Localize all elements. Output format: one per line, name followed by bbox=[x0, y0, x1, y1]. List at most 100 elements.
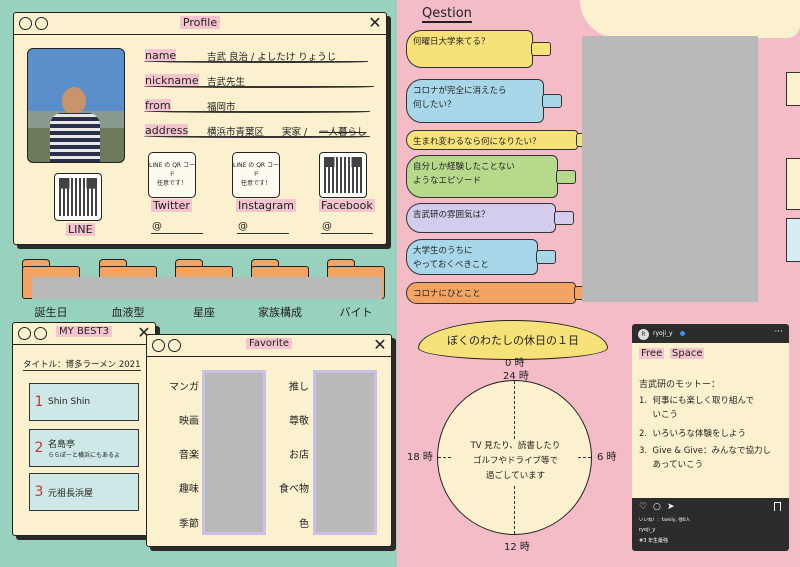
question-bottle-2[interactable]: コロナが完全に消えたら 何したい？ bbox=[406, 79, 544, 123]
twitter-label: Twitter bbox=[151, 199, 192, 212]
question-text-1: 何曜日大学来てる？ bbox=[413, 37, 490, 47]
fav-left-redacted bbox=[202, 370, 266, 535]
right-edge-tab-2 bbox=[786, 158, 800, 210]
question-text-3: 生まれ変わるなら何になりたい？ bbox=[413, 137, 541, 147]
holiday-title: ぼくのわたしの休日の１日 bbox=[447, 334, 579, 347]
instagram-card: R ryoji_y ··· Free Space 吉武研のモットー： 1. 何事… bbox=[632, 324, 789, 551]
question-bottle-6[interactable]: 大学生のうちに やっておくべきこと bbox=[406, 239, 538, 275]
profile-window: Profile ✕ LINE name 吉武 良治 / よしたけ りょうじ ni… bbox=[13, 12, 387, 245]
insta-tab-free[interactable]: Free bbox=[639, 348, 665, 359]
favorite-window: Favorite ✕ マンガ 映画 音楽 趣味 季節 推し 尊敬 お店 食べ物 … bbox=[146, 334, 392, 547]
more-icon[interactable]: ··· bbox=[774, 327, 783, 337]
facebook-label: Facebook bbox=[319, 199, 375, 212]
question-bottle-7[interactable]: コロナにひとこと bbox=[406, 282, 576, 304]
like-icon[interactable]: ♡ bbox=[639, 502, 647, 512]
cream-splash bbox=[580, 0, 800, 38]
fav-right-redacted bbox=[313, 370, 377, 535]
question-answers-redacted bbox=[582, 36, 758, 302]
verified-icon bbox=[680, 331, 685, 336]
from-underline bbox=[144, 110, 370, 113]
address-underline bbox=[144, 135, 370, 138]
insta-username[interactable]: ryoji_y bbox=[653, 330, 673, 337]
profile-photo bbox=[27, 48, 125, 163]
comment-icon[interactable]: ○ bbox=[653, 502, 661, 512]
question-bottle-4[interactable]: 自分しか経験したことない ようなエピソード bbox=[406, 155, 558, 198]
folder-label-family: 家族構成 bbox=[258, 306, 302, 319]
name-underline bbox=[144, 60, 368, 63]
fav-label-color: 色 bbox=[299, 519, 309, 530]
mybest-item-2-name: 名島亭 bbox=[48, 440, 76, 450]
fav-label-season: 季節 bbox=[179, 519, 199, 530]
twitter-qr-placeholder: LINE の QR コード 任意です！ bbox=[148, 152, 196, 198]
insta-post: Free Space 吉武研のモットー： 1. 何事にも楽しく取り組んで いこう… bbox=[632, 343, 789, 498]
mybest-window: MY BEST3 ✕ タイトル：博多ラーメン 2021 1 Shin Shin 2… bbox=[12, 322, 156, 536]
fav-label-respect: 尊敬 bbox=[289, 416, 309, 427]
insta-avatar[interactable]: R bbox=[638, 329, 649, 340]
question-bottle-5[interactable]: 吉武研の雰囲気は？ bbox=[406, 203, 556, 233]
folder-label-parttime: バイト bbox=[339, 306, 373, 319]
question-text-7: コロナにひとこと bbox=[413, 289, 481, 299]
hour-6: 6 時 bbox=[597, 452, 617, 463]
share-icon[interactable]: ➤ bbox=[667, 502, 675, 512]
profile-title: Profile bbox=[179, 16, 221, 29]
mybest-item-2-note: ららぽーと横浜にもあるよ bbox=[48, 452, 121, 459]
line-qr-code bbox=[54, 173, 102, 221]
question-bottle-3[interactable]: 生まれ変わるなら何になりたい？ bbox=[406, 130, 578, 150]
instagram-handle: @ bbox=[238, 221, 248, 232]
holiday-text: TV 見たり、読書したり ゴルフやドライブ等で 過ごしています bbox=[453, 439, 578, 484]
motto-item-2: 2. いろいろな体験をしよう bbox=[639, 429, 747, 439]
question-title: Qestion bbox=[422, 6, 472, 23]
nickname-underline bbox=[144, 85, 374, 88]
fav-label-hobby: 趣味 bbox=[179, 484, 199, 495]
profile-titlebar: Profile ✕ bbox=[14, 13, 386, 35]
bottle-neck-1 bbox=[531, 42, 551, 56]
fav-label-manga: マンガ bbox=[169, 382, 199, 393]
holiday-clock: TV 見たり、読書したり ゴルフやドライブ等で 過ごしています bbox=[437, 380, 592, 535]
bottle-neck-6 bbox=[536, 250, 556, 264]
bookmark-icon[interactable] bbox=[774, 502, 781, 511]
motto-item-1: 1. 何事にも楽しく取り組んで いこう bbox=[639, 396, 755, 420]
hour-12: 12 時 bbox=[504, 542, 530, 553]
hour-18: 18 時 bbox=[407, 452, 433, 463]
mybest-item-3[interactable]: 3 元祖長浜屋 bbox=[29, 473, 139, 511]
mybest-title: MY BEST3 bbox=[56, 326, 112, 337]
motto-title: 吉武研のモットー： bbox=[639, 380, 721, 390]
bottle-neck-2 bbox=[542, 94, 562, 108]
twitter-handle: @ bbox=[152, 221, 162, 232]
mybest-titlebar: MY BEST3 ✕ bbox=[13, 323, 155, 345]
facebook-handle: @ bbox=[322, 221, 332, 232]
folder-label-bloodtype: 血液型 bbox=[111, 306, 145, 319]
question-text-5: 吉武研の雰囲気は？ bbox=[413, 210, 490, 220]
right-edge-tab-1 bbox=[786, 72, 800, 106]
mybest-item-3-name: 元祖長浜屋 bbox=[48, 488, 94, 499]
fav-label-movie: 映画 bbox=[179, 416, 199, 427]
close-icon[interactable]: ✕ bbox=[372, 337, 388, 353]
bottle-neck-4 bbox=[556, 169, 576, 184]
caption-tag: #3 年生最強 bbox=[639, 538, 668, 544]
favorite-titlebar: Favorite ✕ bbox=[147, 335, 391, 357]
motto-item-3: 3. Give & Give：みんなで協力し あっていこう bbox=[639, 446, 771, 470]
caption-user: ryoji_y bbox=[639, 527, 656, 533]
question-text-2: コロナが完全に消えたら 何したい？ bbox=[413, 86, 507, 110]
right-edge-tab-3 bbox=[786, 218, 800, 262]
folder-label-birthday: 誕生日 bbox=[34, 306, 68, 319]
mybest-subtitle: タイトル：博多ラーメン 2021 bbox=[23, 360, 141, 371]
line-label: LINE bbox=[66, 223, 95, 236]
fav-label-oshi: 推し bbox=[289, 382, 309, 393]
instagram-qr-placeholder: LINE の QR コード 任意です！ bbox=[232, 152, 280, 198]
fav-label-food: 食べ物 bbox=[279, 484, 309, 495]
close-icon[interactable]: ✕ bbox=[367, 15, 383, 31]
mybest-item-2[interactable]: 2 名島亭 ららぽーと横浜にもあるよ bbox=[29, 429, 139, 467]
caption-likes: いいね！：family, 他0人 bbox=[639, 518, 691, 523]
insta-tab-space[interactable]: Space bbox=[670, 348, 705, 359]
mybest-item-1-name: Shin Shin bbox=[48, 397, 91, 407]
favorite-title: Favorite bbox=[246, 338, 292, 349]
bottle-neck-5 bbox=[554, 211, 574, 225]
folder-label-zodiac: 星座 bbox=[193, 306, 215, 319]
fav-label-music: 音楽 bbox=[179, 450, 199, 461]
fav-label-shop: お店 bbox=[289, 450, 309, 461]
redacted-folder-info bbox=[32, 277, 382, 299]
question-bottle-1[interactable]: 何曜日大学来てる？ bbox=[406, 30, 533, 68]
mybest-item-1[interactable]: 1 Shin Shin bbox=[29, 383, 139, 421]
question-text-4: 自分しか経験したことない ようなエピソード bbox=[413, 162, 515, 186]
